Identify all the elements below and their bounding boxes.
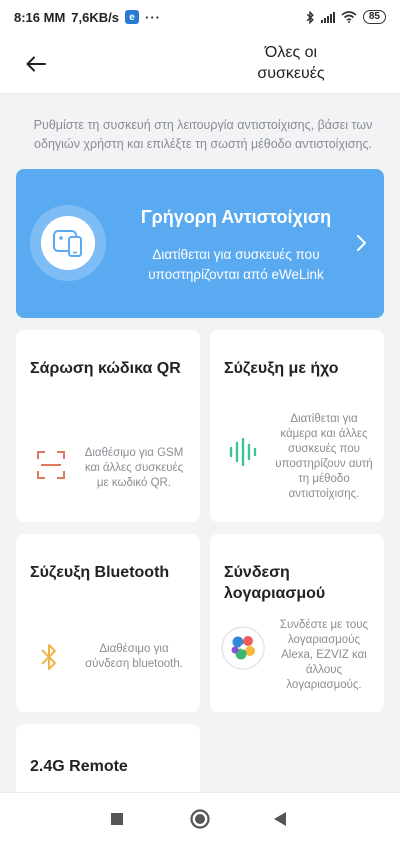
quick-pairing-description: Διατίθεται για συσκευές που υποστηρίζοντ… <box>148 247 324 282</box>
home-button[interactable] <box>186 805 214 833</box>
card-title: 2.4G Remote <box>30 758 128 775</box>
page-title: Όλες οι συσκευές <box>257 44 325 82</box>
accounts-icon <box>220 625 266 671</box>
quick-pairing-icon-bg <box>41 216 95 270</box>
home-icon <box>190 809 210 829</box>
card-description: Διαθέσιμο για σύνδεση bluetooth. <box>85 643 183 670</box>
system-nav-bar <box>0 792 400 844</box>
wifi-icon <box>341 11 357 23</box>
app-header: Όλες οι συσκευές <box>0 34 400 94</box>
card-description: Διαθέσιμο για GSM και άλλες συσκευές με … <box>84 447 184 489</box>
card-title: Σύζευξη Bluetooth <box>30 564 170 581</box>
bluetooth-icon <box>26 634 72 680</box>
card-description: Διατίθεται για κάμερα και άλλες συσκευές… <box>275 413 373 500</box>
ewelink-notification-icon: e <box>125 10 139 24</box>
status-bar: 8:16 MM 7,6KB/s e ··· 85 <box>0 0 400 34</box>
chevron-right-icon <box>357 235 366 251</box>
card-title: Σάρωση κώδικα QR <box>30 360 181 377</box>
recent-apps-icon <box>111 813 123 825</box>
back-nav-button[interactable] <box>266 805 294 833</box>
more-notifications-icon: ··· <box>145 9 161 25</box>
qr-scan-icon <box>28 442 74 488</box>
intro-text: Ρυθμίστε τη συσκευή στη λειτουργία αντισ… <box>33 118 373 151</box>
card-title: Σύνδεση λογαριασμού <box>224 564 326 602</box>
sound-pairing-card[interactable]: Σύζευξη με ήχο Διατίθεται για κάμερα και… <box>210 330 384 522</box>
bluetooth-pairing-card[interactable]: Σύζευξη Bluetooth Διαθέσιμο για σύνδεση … <box>16 534 200 712</box>
status-right: 85 <box>305 10 386 24</box>
status-time: 8:16 MM <box>14 9 66 25</box>
battery-icon: 85 <box>362 10 386 24</box>
back-icon <box>274 812 286 826</box>
signal-icon <box>320 11 335 23</box>
sound-wave-icon <box>220 429 266 475</box>
status-left: 8:16 MM 7,6KB/s e ··· <box>14 10 161 25</box>
arrow-left-icon <box>26 56 46 72</box>
quick-pairing-icon-ring <box>30 205 106 281</box>
account-link-card[interactable]: Σύνδεση λογαριασμού Συνδέστε με τους λογ… <box>210 534 384 712</box>
devices-icon <box>53 230 82 257</box>
recent-apps-button[interactable] <box>103 805 131 833</box>
card-title: Σύζευξη με ήχο <box>224 360 339 377</box>
quick-pairing-card[interactable]: Γρήγορη Αντιστοίχιση Διατίθεται για συσκ… <box>16 169 384 318</box>
bluetooth-icon <box>306 10 314 24</box>
status-net-speed: 7,6KB/s <box>71 9 119 25</box>
qr-scan-card[interactable]: Σάρωση κώδικα QR Διαθέσιμο για GSM και ά… <box>16 330 200 522</box>
back-button[interactable] <box>20 48 52 80</box>
card-description: Συνδέστε με τους λογαριασμούς Alexa, EZV… <box>279 619 369 691</box>
quick-pairing-title: Γρήγορη Αντιστοίχιση <box>140 207 332 227</box>
